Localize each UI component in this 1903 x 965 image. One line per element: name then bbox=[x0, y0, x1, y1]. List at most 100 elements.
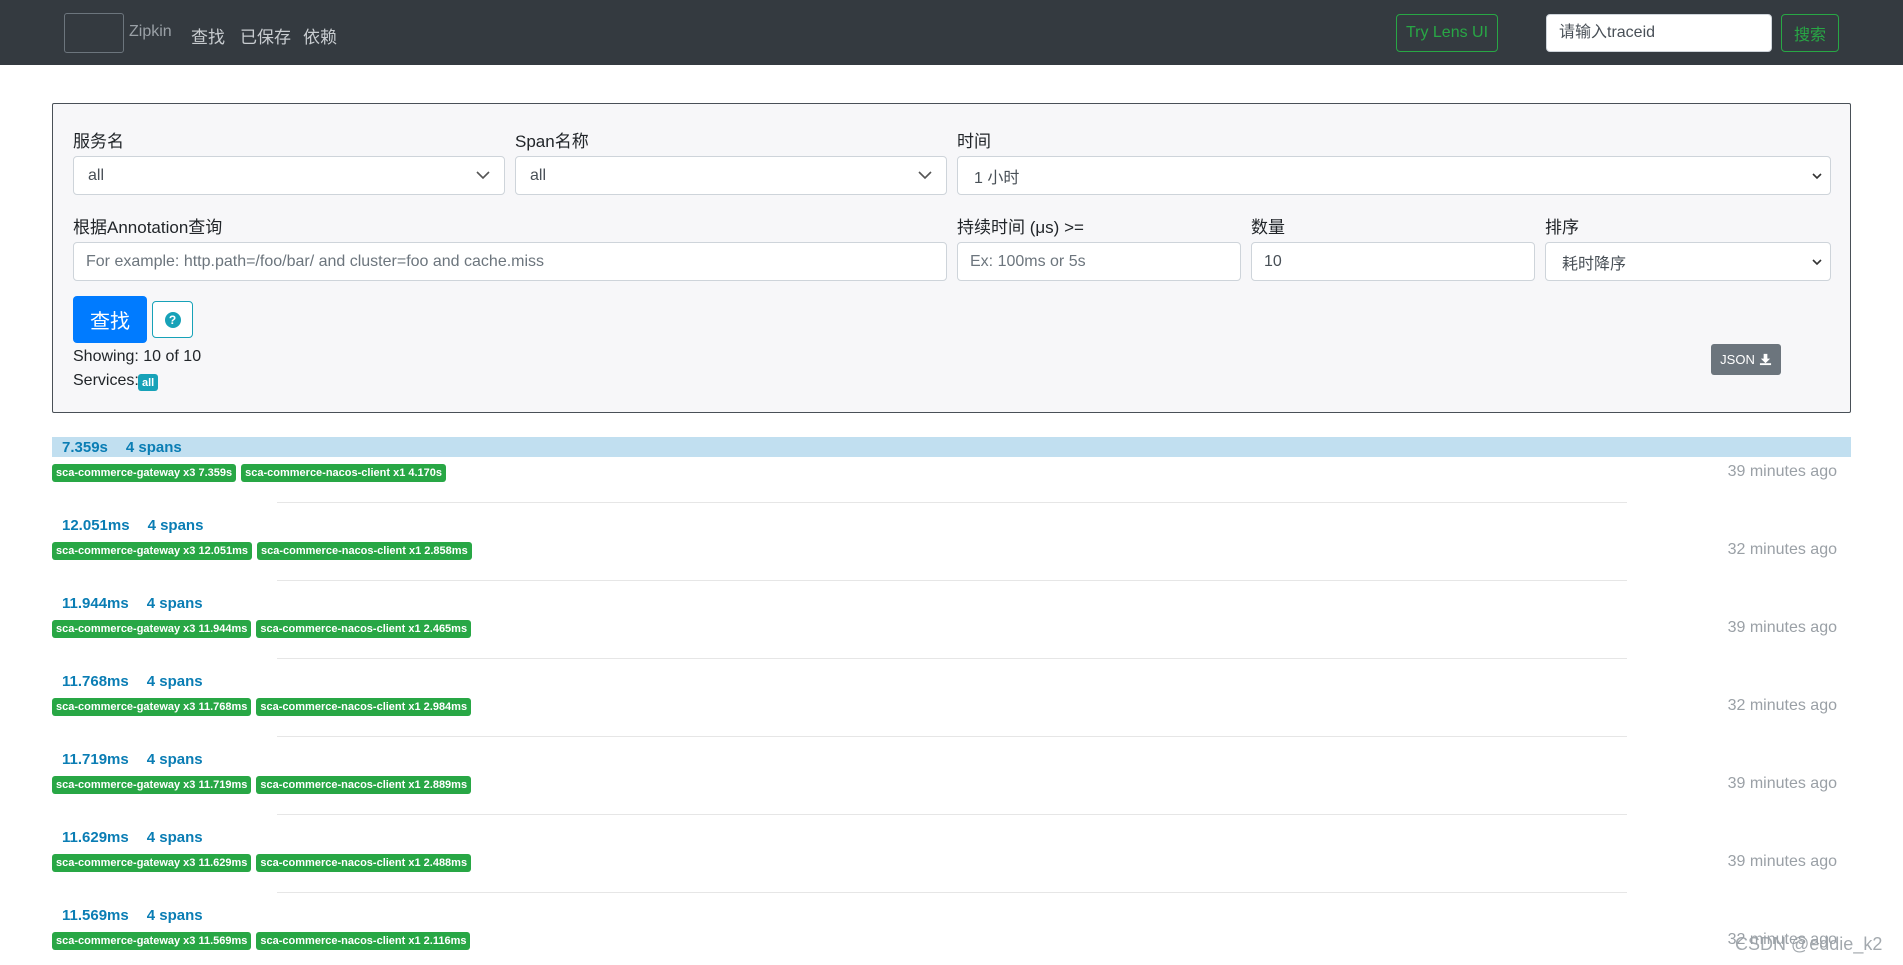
brand-name[interactable]: Zipkin bbox=[129, 23, 172, 41]
question-circle-icon: ? bbox=[164, 311, 181, 328]
trace-timestamp: 39 minutes ago bbox=[1727, 619, 1837, 636]
time-select-value: 1 小时 bbox=[974, 169, 1020, 187]
trace-header[interactable]: 11.629ms 4 spans bbox=[52, 827, 1851, 847]
trace-duration: 11.768ms bbox=[62, 672, 129, 690]
annotation-label: 根据Annotation查询 bbox=[73, 218, 223, 237]
trace-span-count: 4 spans bbox=[146, 672, 203, 690]
row-divider bbox=[277, 658, 1627, 659]
span-name-label: Span名称 bbox=[515, 132, 589, 151]
trace-timestamp: 32 minutes ago bbox=[1727, 697, 1837, 714]
service-tag-gateway: sca-commerce-gateway x3 11.944ms bbox=[52, 620, 252, 638]
trace-span-count: 4 spans bbox=[146, 594, 203, 612]
service-tag-gateway: sca-commerce-gateway x3 7.359s bbox=[52, 464, 237, 482]
brand-logo[interactable] bbox=[64, 13, 124, 53]
service-tag-gateway: sca-commerce-gateway x3 11.629ms bbox=[52, 854, 252, 872]
service-tag-nacos-client: sca-commerce-nacos-client x1 2.488ms bbox=[256, 854, 472, 872]
sort-select-value: 耗时降序 bbox=[1562, 255, 1627, 273]
limit-label: 数量 bbox=[1251, 218, 1285, 237]
trace-service-tags: sca-commerce-gateway x3 11.719ms sca-com… bbox=[52, 776, 472, 794]
trace-timestamp: 39 minutes ago bbox=[1727, 463, 1837, 480]
trace-header[interactable]: 11.569ms 4 spans bbox=[52, 905, 1851, 925]
trace-header[interactable]: 11.944ms 4 spans bbox=[52, 593, 1851, 613]
service-tag-nacos-client: sca-commerce-nacos-client x1 2.889ms bbox=[256, 776, 472, 794]
row-divider bbox=[277, 580, 1627, 581]
time-select[interactable]: 1 小时 bbox=[957, 156, 1831, 195]
time-label: 时间 bbox=[957, 132, 991, 151]
chevron-down-icon bbox=[1812, 173, 1822, 180]
trace-header[interactable]: 11.768ms 4 spans bbox=[52, 671, 1851, 691]
json-button-label: JSON bbox=[1720, 352, 1755, 367]
row-divider bbox=[277, 814, 1627, 815]
trace-duration: 11.629ms bbox=[62, 828, 129, 846]
trace-service-tags: sca-commerce-gateway x3 12.051ms sca-com… bbox=[52, 542, 472, 560]
trace-service-tags: sca-commerce-gateway x3 7.359s sca-comme… bbox=[52, 464, 447, 482]
duration-input[interactable] bbox=[957, 242, 1241, 281]
chevron-down-icon bbox=[476, 171, 490, 180]
trace-span-count: 4 spans bbox=[125, 438, 182, 456]
annotation-query-input[interactable] bbox=[73, 242, 947, 281]
service-select-value: all bbox=[88, 166, 105, 184]
trace-timestamp: 39 minutes ago bbox=[1727, 775, 1837, 792]
trace-row[interactable]: 11.719ms 4 spans sca-commerce-gateway x3… bbox=[52, 749, 1851, 827]
row-divider bbox=[277, 502, 1627, 503]
trace-header[interactable]: 7.359s 4 spans bbox=[52, 437, 1851, 457]
chevron-down-icon bbox=[1812, 259, 1822, 266]
traceid-input[interactable] bbox=[1546, 14, 1772, 52]
trace-duration: 7.359s bbox=[62, 438, 108, 456]
trace-span-count: 4 spans bbox=[146, 906, 203, 924]
trace-duration: 12.051ms bbox=[62, 516, 130, 534]
trace-header[interactable]: 12.051ms 4 spans bbox=[52, 515, 1851, 535]
trace-duration: 11.719ms bbox=[62, 750, 129, 768]
service-tag-gateway: sca-commerce-gateway x3 11.768ms bbox=[52, 698, 252, 716]
trace-header[interactable]: 11.719ms 4 spans bbox=[52, 749, 1851, 769]
trace-duration: 11.569ms bbox=[62, 906, 129, 924]
service-tag-nacos-client: sca-commerce-nacos-client x1 2.984ms bbox=[256, 698, 472, 716]
sort-label: 排序 bbox=[1545, 218, 1579, 237]
row-divider bbox=[277, 736, 1627, 737]
trace-row[interactable]: 11.944ms 4 spans sca-commerce-gateway x3… bbox=[52, 593, 1851, 671]
nav-link-find[interactable]: 查找 bbox=[191, 23, 225, 48]
services-badge-all[interactable]: all bbox=[138, 374, 159, 391]
limit-input[interactable] bbox=[1251, 242, 1535, 281]
service-label: 服务名 bbox=[73, 132, 124, 151]
service-tag-gateway: sca-commerce-gateway x3 12.051ms bbox=[52, 542, 253, 560]
watermark-text: CSDN @eddie_k2 bbox=[1735, 934, 1883, 954]
row-divider bbox=[277, 892, 1627, 893]
help-button[interactable]: ? bbox=[152, 301, 193, 338]
nav-link-saved[interactable]: 已保存 bbox=[240, 23, 291, 48]
json-download-button[interactable]: JSON bbox=[1711, 344, 1781, 375]
trace-timestamp: 39 minutes ago bbox=[1727, 853, 1837, 870]
service-select[interactable]: all bbox=[73, 156, 505, 195]
service-tag-nacos-client: sca-commerce-nacos-client x1 4.170s bbox=[241, 464, 447, 482]
try-lens-ui-button[interactable]: Try Lens UI bbox=[1396, 14, 1498, 52]
service-tag-gateway: sca-commerce-gateway x3 11.719ms bbox=[52, 776, 252, 794]
nav-link-dependencies[interactable]: 依赖 bbox=[303, 23, 337, 48]
trace-service-tags: sca-commerce-gateway x3 11.629ms sca-com… bbox=[52, 854, 472, 872]
span-name-select[interactable]: all bbox=[515, 156, 947, 195]
trace-span-count: 4 spans bbox=[146, 828, 203, 846]
trace-timestamp: 32 minutes ago bbox=[1727, 541, 1837, 558]
find-button[interactable]: 查找 bbox=[73, 296, 147, 343]
trace-row[interactable]: 7.359s 4 spans sca-commerce-gateway x3 7… bbox=[52, 437, 1851, 515]
trace-row[interactable]: 11.569ms 4 spans sca-commerce-gateway x3… bbox=[52, 905, 1851, 965]
services-label: Services: bbox=[73, 372, 139, 389]
duration-label: 持续时间 (μs) >= bbox=[957, 218, 1084, 237]
traceid-search-button[interactable]: 搜索 bbox=[1781, 14, 1839, 52]
span-name-select-value: all bbox=[530, 166, 547, 184]
trace-service-tags: sca-commerce-gateway x3 11.768ms sca-com… bbox=[52, 698, 472, 716]
trace-row[interactable]: 12.051ms 4 spans sca-commerce-gateway x3… bbox=[52, 515, 1851, 593]
service-tag-nacos-client: sca-commerce-nacos-client x1 2.116ms bbox=[256, 932, 471, 950]
trace-duration: 11.944ms bbox=[62, 594, 129, 612]
top-navbar: Zipkin 查找 已保存 依赖 Try Lens UI 搜索 bbox=[0, 0, 1903, 65]
trace-span-count: 4 spans bbox=[147, 516, 204, 534]
sort-select[interactable]: 耗时降序 bbox=[1545, 242, 1831, 281]
trace-row[interactable]: 11.629ms 4 spans sca-commerce-gateway x3… bbox=[52, 827, 1851, 905]
chevron-down-icon bbox=[918, 171, 932, 180]
trace-service-tags: sca-commerce-gateway x3 11.944ms sca-com… bbox=[52, 620, 472, 638]
service-tag-nacos-client: sca-commerce-nacos-client x1 2.858ms bbox=[257, 542, 472, 560]
trace-row[interactable]: 11.768ms 4 spans sca-commerce-gateway x3… bbox=[52, 671, 1851, 749]
service-tag-nacos-client: sca-commerce-nacos-client x1 2.465ms bbox=[256, 620, 472, 638]
trace-span-count: 4 spans bbox=[146, 750, 203, 768]
showing-count: Showing: 10 of 10 bbox=[73, 348, 202, 365]
trace-service-tags: sca-commerce-gateway x3 11.569ms sca-com… bbox=[52, 932, 471, 950]
